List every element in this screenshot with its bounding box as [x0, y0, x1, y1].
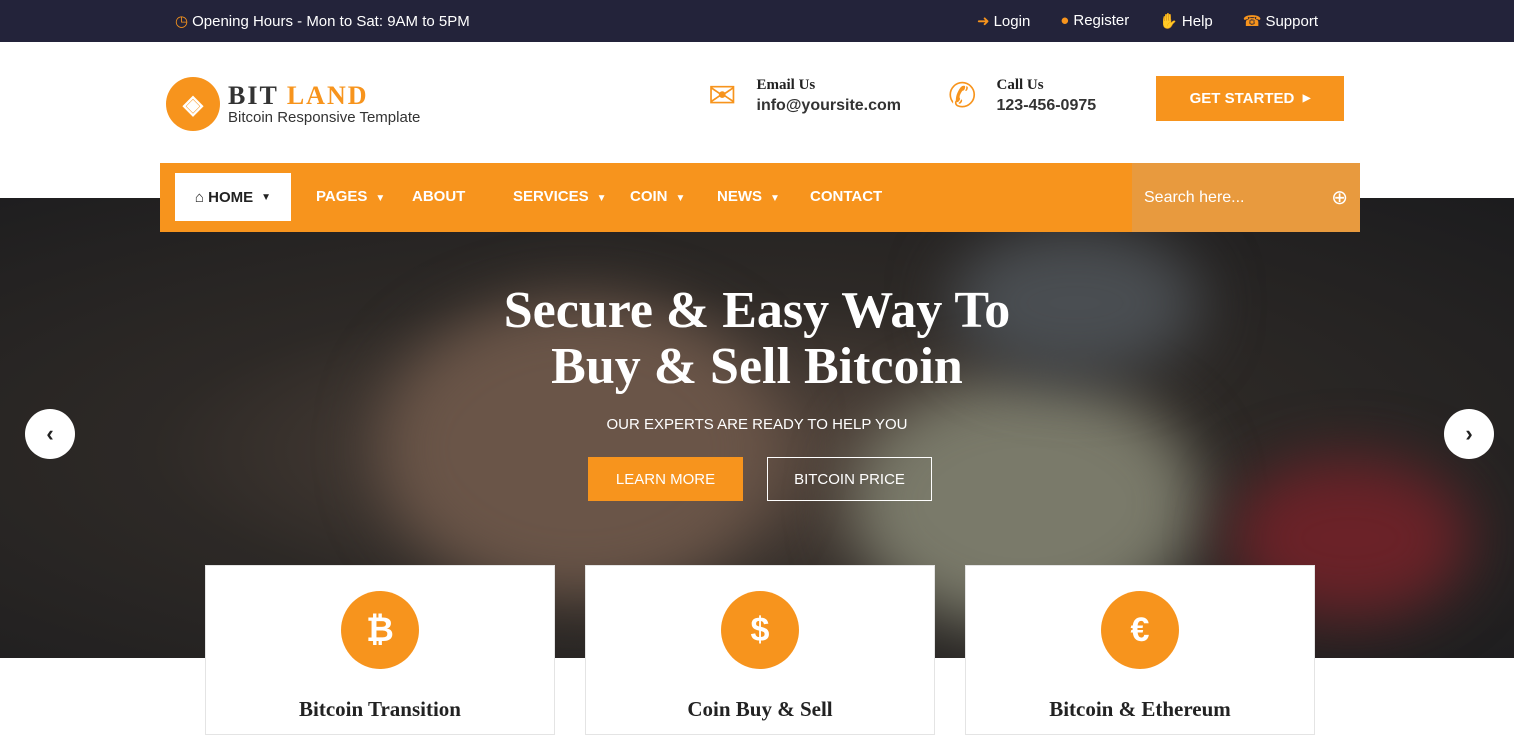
nav-home[interactable]: ⌂ HOME ▼: [175, 173, 291, 221]
feature-card: € Bitcoin & Ethereum: [965, 565, 1315, 735]
home-icon: ⌂: [194, 188, 209, 206]
support-icon: ☎: [1242, 13, 1262, 30]
caret-right-icon: ▶: [1302, 93, 1311, 104]
search-input[interactable]: [1144, 188, 1314, 207]
euro-icon: €: [1101, 591, 1179, 669]
support-link[interactable]: ☎ Support: [1243, 12, 1318, 30]
top-bar: ◷ Opening Hours - Mon to Sat: 9AM to 5PM …: [0, 0, 1514, 42]
caret-down-icon: ▼: [596, 193, 607, 204]
envelope-icon: ✉: [708, 77, 737, 115]
feature-card: $ Coin Buy & Sell: [585, 565, 935, 735]
login-icon: ➜: [977, 13, 990, 30]
hero-title: Secure & Easy Way To Buy & Sell Bitcoin: [503, 282, 1011, 395]
caret-down-icon: ▼: [770, 193, 780, 204]
feature-card: ₿ Bitcoin Transition: [205, 565, 555, 735]
caret-down-icon: ▼: [375, 193, 386, 204]
prev-slide-chevron-left-icon[interactable]: ‹: [25, 409, 75, 459]
nav-services[interactable]: SERVICES ▼: [513, 188, 607, 205]
clock-icon: ◷: [175, 13, 189, 30]
nav-about[interactable]: ABOUT: [412, 188, 465, 205]
nav-contact[interactable]: CONTACT: [810, 188, 882, 205]
phone-icon: ✆: [948, 77, 977, 115]
logo-mark-icon: ◈: [166, 77, 220, 131]
get-started-button[interactable]: GET STARTED ▶: [1156, 76, 1344, 121]
dollar-icon: $: [721, 591, 799, 669]
next-slide-chevron-right-icon[interactable]: ›: [1444, 409, 1494, 459]
register-link[interactable]: ● Register: [1060, 12, 1129, 30]
nav-pages[interactable]: PAGES ▼: [316, 188, 385, 205]
nav-news[interactable]: NEWS ▼: [717, 188, 780, 205]
main-nav: ⌂ HOME ▼ PAGES ▼ ABOUT SERVICES ▼ COIN ▼ NEW…: [160, 163, 1360, 232]
learn-more-button[interactable]: LEARN MORE: [588, 457, 743, 501]
caret-down-icon: ▼: [675, 193, 686, 204]
bitcoin-icon: ₿: [341, 591, 419, 669]
search-icon[interactable]: ⊕: [1331, 185, 1348, 210]
phone-link[interactable]: 123-456-0975: [997, 97, 1097, 115]
user-icon: ●: [1060, 12, 1070, 29]
bitcoin-price-button[interactable]: BITCOIN PRICE: [767, 457, 932, 501]
hand-icon: ✋: [1159, 13, 1178, 30]
login-link[interactable]: ➜ Login: [977, 12, 1030, 30]
tagline: Bitcoin Responsive Template: [228, 108, 421, 126]
email-contact: ✉ Email Us info@yoursite.com: [708, 77, 902, 115]
hero-subtitle: OUR EXPERTS ARE READY TO HELP YOU: [606, 416, 908, 433]
caret-down-icon: ▼: [261, 191, 272, 203]
help-link[interactable]: ✋ Help: [1159, 12, 1213, 30]
search-box: ⊕: [1132, 163, 1360, 232]
opening-hours: ◷ Opening Hours - Mon to Sat: 9AM to 5PM: [175, 13, 470, 30]
logo[interactable]: ◈ BIT LAND Bitcoin Responsive Template: [166, 77, 420, 131]
phone-contact: ✆ Call Us 123-456-0975: [948, 77, 1097, 115]
nav-coin[interactable]: COIN ▼: [630, 188, 685, 205]
email-link[interactable]: info@yoursite.com: [757, 97, 902, 115]
